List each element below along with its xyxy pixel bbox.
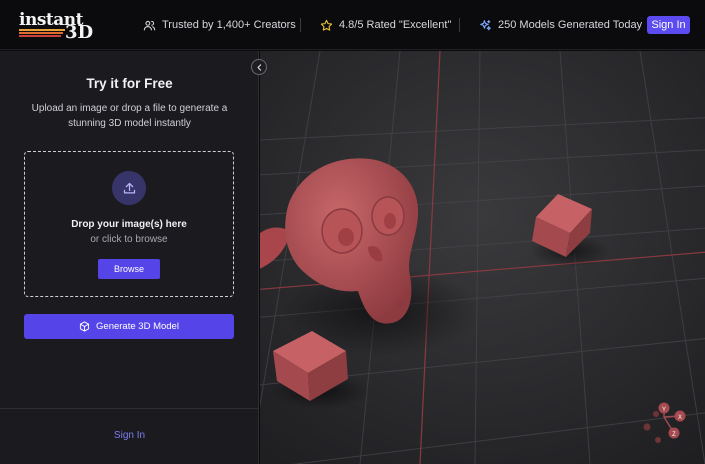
stat-rating: 4.8/5 Rated "Excellent" xyxy=(320,0,451,50)
stat-creators: Trusted by 1,400+ Creators xyxy=(143,0,296,50)
stat-creators-text: Trusted by 1,400+ Creators xyxy=(162,19,296,31)
chevron-left-icon xyxy=(256,63,261,71)
divider xyxy=(459,18,460,32)
sign-in-button[interactable]: Sign In xyxy=(647,16,690,34)
gizmo-label-y: Y xyxy=(662,407,666,413)
gizmo-label-x: X xyxy=(678,415,682,421)
top-bar: instant 3D Trusted by 1,400+ Creators 4.… xyxy=(0,0,705,50)
stat-models: 250 Models Generated Today xyxy=(479,0,642,50)
panel-description: Upload an image or drop a file to genera… xyxy=(31,103,228,129)
cube-icon xyxy=(79,321,90,332)
stat-rating-text: 4.8/5 Rated "Excellent" xyxy=(339,19,452,31)
logo-word-3d: 3D xyxy=(65,22,94,43)
divider xyxy=(300,18,301,32)
gizmo-label-z: Z xyxy=(672,432,676,438)
stat-models-text: 250 Models Generated Today xyxy=(498,19,643,31)
upload-icon xyxy=(123,182,135,193)
star-icon xyxy=(320,19,333,31)
dropzone-title: Drop your image(s) here xyxy=(71,219,187,230)
logo-stripes xyxy=(19,29,65,41)
upload-panel: Try it for Free Upload an image or drop … xyxy=(0,51,259,464)
image-dropzone[interactable]: Drop your image(s) here or click to brow… xyxy=(24,151,234,297)
divider xyxy=(0,408,259,409)
generate-label: Generate 3D Model xyxy=(96,321,179,332)
3d-viewport[interactable]: Y X Z xyxy=(260,51,705,464)
dropzone-subtitle: or click to browse xyxy=(90,234,168,245)
panel-title: Try it for Free xyxy=(86,76,173,91)
logo[interactable]: instant 3D xyxy=(14,9,94,43)
generate-3d-model-button[interactable]: Generate 3D Model xyxy=(24,314,234,339)
viewport-scene: Y X Z xyxy=(260,51,705,464)
sparkles-icon xyxy=(480,19,491,30)
browse-button[interactable]: Browse xyxy=(98,259,160,279)
sign-in-link[interactable]: Sign In xyxy=(0,430,259,441)
users-icon xyxy=(143,20,156,30)
upload-icon-badge xyxy=(112,171,146,205)
collapse-panel-button[interactable] xyxy=(251,59,267,75)
